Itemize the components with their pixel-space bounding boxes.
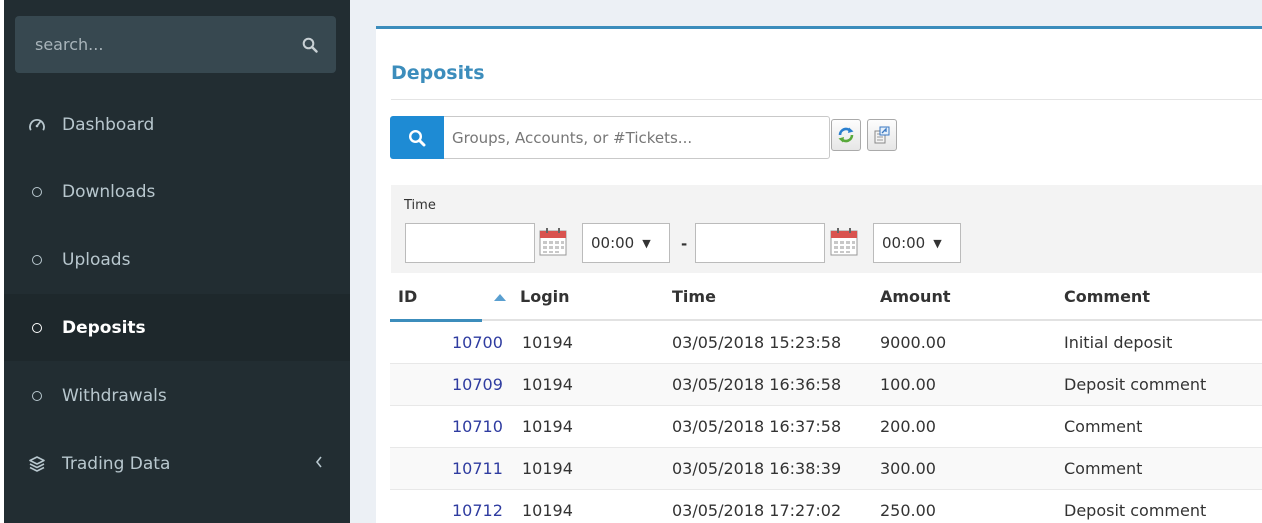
caret-down-icon: ▼	[642, 236, 651, 250]
caret-down-icon: ▼	[933, 236, 942, 250]
sidebar-item-label: Deposits	[62, 317, 146, 338]
refresh-button[interactable]	[831, 119, 861, 151]
cell-time: 03/05/2018 16:37:58	[672, 417, 842, 436]
sidebar-item-label: Uploads	[62, 249, 131, 270]
sidebar-item-label: Trading Data	[62, 453, 171, 474]
sidebar-item-deposits[interactable]: Deposits	[4, 294, 350, 361]
cell-time: 03/05/2018 16:38:39	[672, 459, 842, 478]
sidebar-item-withdrawals[interactable]: Withdrawals	[4, 362, 350, 429]
cell-login: 10194	[522, 459, 573, 478]
from-time-value: 00:00	[591, 234, 635, 252]
cell-login: 10194	[522, 333, 573, 352]
sidebar: Dashboard Downloads Uploads Deposits Wit…	[0, 0, 350, 523]
cell-id[interactable]: 10700	[452, 333, 503, 352]
circle-icon	[26, 254, 48, 265]
range-separator: -	[681, 235, 688, 253]
cell-login: 10194	[522, 501, 573, 520]
column-header-time[interactable]: Time	[672, 287, 716, 306]
refresh-icon	[838, 127, 854, 143]
circle-icon	[26, 186, 48, 197]
circle-icon	[26, 322, 48, 333]
sidebar-item-uploads[interactable]: Uploads	[4, 226, 350, 293]
sidebar-item-downloads[interactable]: Downloads	[4, 158, 350, 225]
cell-amount: 200.00	[880, 417, 936, 436]
cell-comment: Comment	[1064, 459, 1143, 478]
cell-login: 10194	[522, 375, 573, 394]
sidebar-search	[15, 16, 336, 73]
sidebar-item-label: Dashboard	[62, 114, 155, 135]
export-button[interactable]	[867, 119, 897, 151]
export-icon	[874, 126, 890, 144]
cell-id[interactable]: 10709	[452, 375, 503, 394]
to-time-select[interactable]: 00:00 ▼	[873, 223, 961, 263]
column-header-amount[interactable]: Amount	[880, 287, 950, 306]
cell-time: 03/05/2018 16:36:58	[672, 375, 842, 394]
calendar-icon[interactable]	[829, 223, 859, 267]
column-header-id[interactable]: ID	[398, 287, 417, 306]
cell-comment: Initial deposit	[1064, 333, 1173, 352]
sort-ascending-icon	[494, 294, 506, 301]
from-time-select[interactable]: 00:00 ▼	[582, 223, 670, 263]
sidebar-search-button[interactable]	[284, 16, 336, 73]
cell-id[interactable]: 10711	[452, 459, 503, 478]
table-row[interactable]: 10712 10194 03/05/2018 17:27:02 250.00 D…	[390, 490, 1262, 523]
page-title: Deposits	[391, 62, 485, 84]
layers-icon	[26, 455, 48, 473]
table-row[interactable]: 10709 10194 03/05/2018 16:36:58 100.00 D…	[390, 364, 1262, 406]
chevron-left-icon	[314, 454, 324, 474]
time-filter-panel: Time 00:00 ▼ - 00:00 ▼	[391, 185, 1262, 273]
search-icon	[302, 37, 318, 53]
cell-comment: Deposit comment	[1064, 501, 1207, 520]
time-label: Time	[404, 198, 436, 213]
cell-id[interactable]: 10710	[452, 417, 503, 436]
to-time-value: 00:00	[882, 234, 926, 252]
sidebar-search-input[interactable]	[15, 16, 284, 73]
cell-time: 03/05/2018 17:27:02	[672, 501, 842, 520]
cell-comment: Comment	[1064, 417, 1143, 436]
table-header-border	[390, 319, 1262, 321]
dashboard-icon	[26, 116, 48, 134]
divider	[391, 99, 1262, 100]
cell-id[interactable]: 10712	[452, 501, 503, 520]
filter-bar	[390, 116, 830, 159]
table-row[interactable]: 10710 10194 03/05/2018 16:37:58 200.00 C…	[390, 406, 1262, 448]
cell-comment: Deposit comment	[1064, 375, 1207, 394]
sidebar-item-dashboard[interactable]: Dashboard	[4, 91, 350, 158]
cell-time: 03/05/2018 15:23:58	[672, 333, 842, 352]
table-row[interactable]: 10700 10194 03/05/2018 15:23:58 9000.00 …	[390, 322, 1262, 364]
filter-search-button[interactable]	[390, 116, 444, 159]
cell-amount: 250.00	[880, 501, 936, 520]
calendar-icon[interactable]	[538, 223, 568, 267]
cell-amount: 300.00	[880, 459, 936, 478]
column-header-login[interactable]: Login	[520, 287, 570, 306]
search-icon	[408, 129, 426, 146]
deposits-box: Deposits Time	[376, 26, 1262, 523]
column-header-comment[interactable]: Comment	[1064, 287, 1150, 306]
to-date-input[interactable]	[695, 223, 825, 263]
sidebar-item-label: Downloads	[62, 181, 156, 202]
cell-login: 10194	[522, 417, 573, 436]
table-row[interactable]: 10711 10194 03/05/2018 16:38:39 300.00 C…	[390, 448, 1262, 490]
cell-amount: 100.00	[880, 375, 936, 394]
sidebar-item-label: Withdrawals	[62, 385, 167, 406]
from-date-input[interactable]	[405, 223, 535, 263]
circle-icon	[26, 390, 48, 401]
window-edge	[0, 0, 4, 523]
cell-amount: 9000.00	[880, 333, 947, 352]
filter-input[interactable]	[444, 116, 830, 159]
sidebar-item-trading-data[interactable]: Trading Data	[4, 430, 350, 497]
